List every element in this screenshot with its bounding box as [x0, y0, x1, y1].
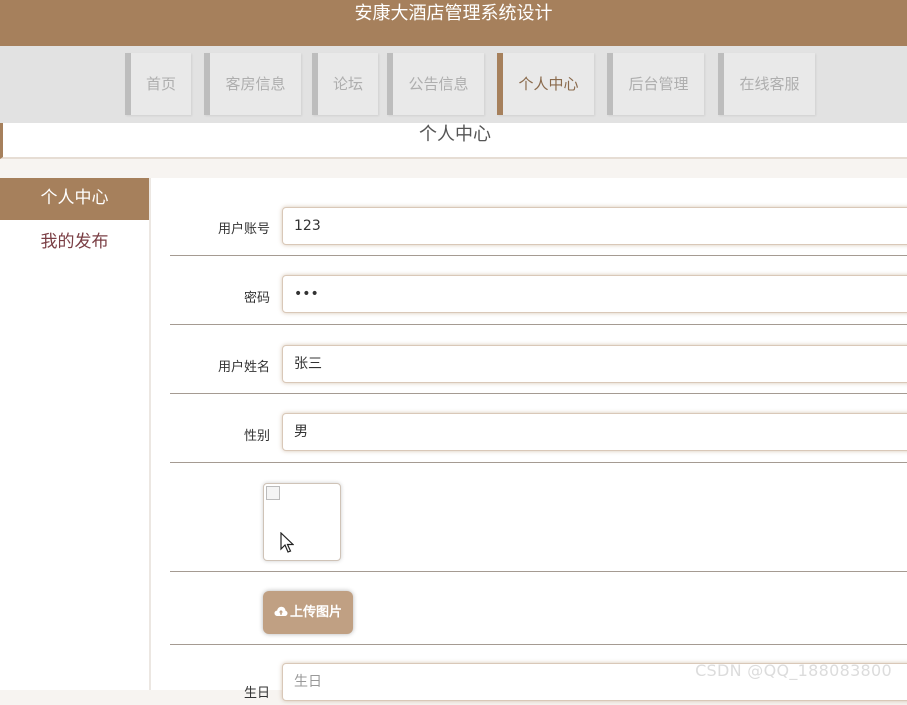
username-label: 用户账号	[217, 222, 270, 237]
nav-item-home[interactable]: 首页	[125, 53, 191, 115]
name-label: 用户姓名	[217, 360, 270, 375]
upload-image-button[interactable]: 上传图片	[263, 591, 353, 634]
form-row-name: 用户姓名 张三	[170, 325, 907, 394]
password-input[interactable]: •••	[282, 275, 907, 313]
nav-item-admin[interactable]: 后台管理	[607, 53, 704, 115]
app-header: 安康大酒店管理系统设计	[0, 0, 907, 46]
app-title: 安康大酒店管理系统设计	[354, 3, 553, 24]
gender-value: 男	[294, 424, 308, 440]
upload-button-label: 上传图片	[289, 605, 342, 620]
cloud-upload-icon	[274, 606, 288, 616]
form-row-gender: 性别 男	[170, 394, 907, 463]
birthday-placeholder: 生日	[294, 674, 322, 690]
nav-item-notices[interactable]: 公告信息	[387, 53, 484, 115]
page-title: 个人中心	[0, 123, 907, 159]
form-row-password: 密码 •••	[170, 256, 907, 325]
name-value: 张三	[294, 356, 322, 372]
birthday-label: 生日	[243, 686, 270, 701]
name-input[interactable]: 张三	[282, 345, 907, 383]
username-value: 123	[294, 218, 321, 234]
gender-select[interactable]: 男	[282, 413, 907, 451]
nav-item-rooms[interactable]: 客房信息	[204, 53, 301, 115]
profile-form: 用户账号 123 密码 ••• 用户姓名 张三 性别 男 上传图片 生日 生日	[151, 178, 907, 701]
page-title-text: 个人中心	[419, 124, 491, 145]
mouse-cursor-icon	[280, 532, 294, 553]
gender-label: 性别	[243, 429, 270, 444]
broken-image-icon	[266, 486, 280, 500]
sidebar-item-personal-center[interactable]: 个人中心	[0, 178, 149, 220]
username-input[interactable]: 123	[282, 207, 907, 245]
password-value: •••	[294, 286, 319, 302]
sidebar: 个人中心 我的发布	[0, 178, 149, 690]
avatar-image-preview[interactable]	[263, 483, 341, 561]
nav-item-forum[interactable]: 论坛	[312, 53, 378, 115]
nav-item-personal-center[interactable]: 个人中心	[497, 53, 594, 115]
watermark: CSDN @QQ_188083800	[695, 661, 892, 680]
password-label: 密码	[243, 291, 270, 306]
main-nav: 首页 客房信息 论坛 公告信息 个人中心 后台管理 在线客服	[0, 46, 907, 123]
form-row-username: 用户账号 123	[170, 178, 907, 256]
sidebar-item-my-posts[interactable]: 我的发布	[0, 220, 149, 264]
nav-item-online-service[interactable]: 在线客服	[718, 53, 815, 115]
